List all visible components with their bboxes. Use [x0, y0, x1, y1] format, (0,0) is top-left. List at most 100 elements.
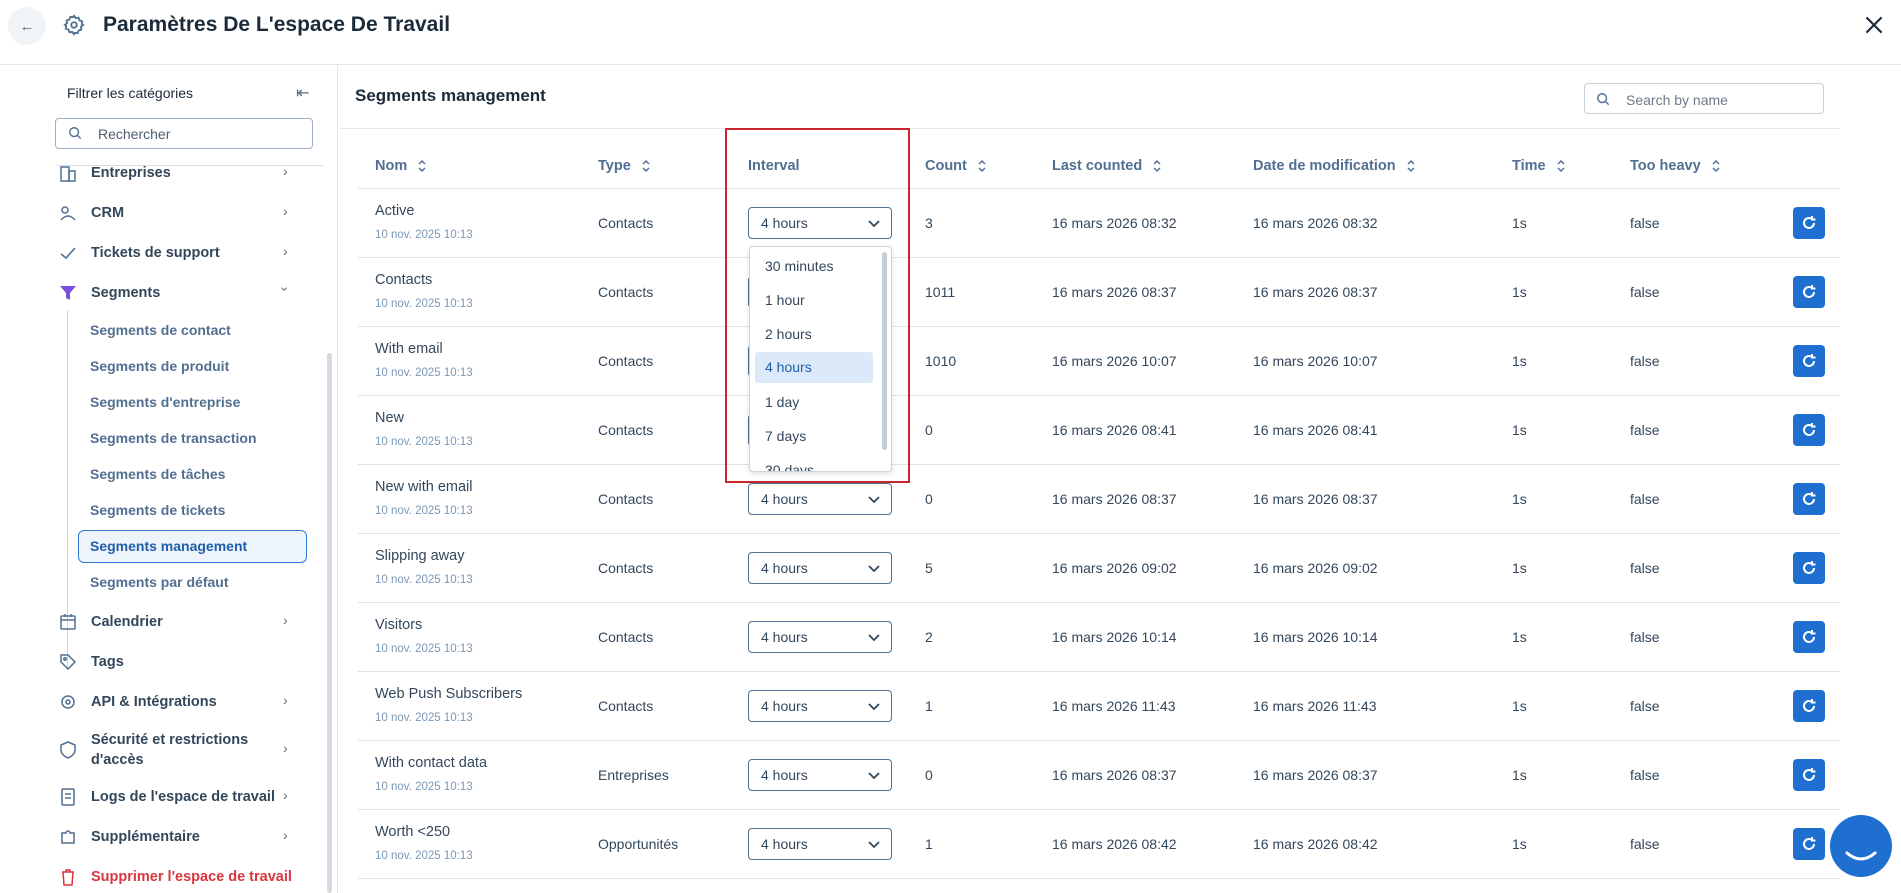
segment-count: 0 [925, 767, 933, 783]
chevron-right-icon: › [283, 163, 288, 179]
row-divider [358, 188, 1840, 189]
sidebar-item-label: Entreprises [91, 165, 171, 181]
sidebar-item-crm[interactable]: CRM [58, 203, 124, 223]
column-header-time[interactable]: Time [1512, 158, 1566, 174]
refresh-icon [1803, 630, 1816, 643]
refresh-button[interactable] [1793, 483, 1825, 515]
segment-time: 1s [1512, 767, 1527, 783]
segment-name[interactable]: Web Push Subscribers [375, 686, 522, 702]
interval-value: 4 hours [761, 629, 808, 645]
sidebar-sub-management[interactable]: Segments management [90, 538, 247, 554]
chevron-right-icon: › [283, 612, 288, 628]
sidebar-item-entreprises[interactable]: Entreprises [58, 163, 171, 183]
sidebar-item-securite[interactable]: Sécurité et restrictions d'accès [58, 730, 248, 770]
refresh-button[interactable] [1793, 207, 1825, 239]
sidebar-item-label: Tags [91, 654, 124, 670]
sidebar-item-segments[interactable]: Segments [58, 283, 160, 303]
segment-time: 1s [1512, 629, 1527, 645]
back-button[interactable]: ← [8, 7, 46, 45]
segment-count: 2 [925, 629, 933, 645]
segment-time: 1s [1512, 836, 1527, 852]
interval-highlight-box [725, 128, 910, 483]
ticket-icon [60, 247, 76, 260]
refresh-button[interactable] [1793, 759, 1825, 791]
refresh-button[interactable] [1793, 345, 1825, 377]
segment-name[interactable]: Visitors [375, 617, 422, 633]
segment-last-counted: 16 mars 2026 09:02 [1052, 560, 1177, 576]
segment-name[interactable]: New [375, 410, 404, 426]
gear-icon [63, 14, 85, 36]
refresh-button[interactable] [1793, 276, 1825, 308]
interval-select[interactable]: 4 hours [748, 690, 892, 722]
sidebar-item-delete-workspace[interactable]: Supprimer l'espace de travail [58, 867, 292, 887]
segment-created-date: 10 nov. 2025 10:13 [375, 367, 473, 379]
segment-created-date: 10 nov. 2025 10:13 [375, 436, 473, 448]
funnel-icon [60, 286, 76, 300]
refresh-button[interactable] [1793, 621, 1825, 653]
segment-count: 1011 [925, 284, 956, 300]
segment-created-date: 10 nov. 2025 10:13 [375, 850, 473, 862]
segment-name[interactable]: Slipping away [375, 548, 464, 564]
search-placeholder: Search by name [1626, 92, 1728, 108]
sidebar-item-tags[interactable]: Tags [58, 652, 124, 672]
segment-created-date: 10 nov. 2025 10:13 [375, 643, 473, 655]
row-divider [358, 671, 1840, 672]
sidebar-item-label: Tickets de support [91, 245, 220, 261]
refresh-button[interactable] [1793, 552, 1825, 584]
sidebar-scrollbar[interactable] [327, 353, 332, 893]
column-header-last-counted[interactable]: Last counted [1052, 158, 1162, 174]
sidebar-item-api[interactable]: API & Intégrations [58, 692, 217, 712]
segment-name[interactable]: With contact data [375, 755, 487, 771]
interval-select[interactable]: 4 hours [748, 828, 892, 860]
sidebar-sub-contact[interactable]: Segments de contact [90, 322, 231, 338]
refresh-icon [1803, 561, 1816, 574]
segment-type: Contacts [598, 353, 654, 369]
refresh-button[interactable] [1793, 690, 1825, 722]
interval-select[interactable]: 4 hours [748, 621, 892, 653]
sort-icon [642, 159, 650, 173]
refresh-button[interactable] [1793, 828, 1825, 860]
segment-name[interactable]: With email [375, 341, 443, 357]
segment-modified: 16 mars 2026 10:14 [1253, 629, 1378, 645]
sidebar-sub-transaction[interactable]: Segments de transaction [90, 430, 257, 446]
interval-select[interactable]: 4 hours [748, 552, 892, 584]
segment-created-date: 10 nov. 2025 10:13 [375, 505, 473, 517]
segment-too-heavy: false [1630, 353, 1660, 369]
column-header-type[interactable]: Type [598, 158, 651, 174]
segment-modified: 16 mars 2026 10:07 [1253, 353, 1378, 369]
segment-name[interactable]: New with email [375, 479, 473, 495]
segment-time: 1s [1512, 284, 1527, 300]
row-divider [358, 533, 1840, 534]
interval-select[interactable]: 4 hours [748, 759, 892, 791]
column-header-count[interactable]: Count [925, 158, 987, 174]
sort-icon [1557, 159, 1565, 173]
puzzle-icon [61, 830, 75, 844]
segment-type: Entreprises [598, 767, 669, 783]
refresh-icon [1803, 837, 1816, 850]
sidebar-sub-tickets[interactable]: Segments de tickets [90, 502, 225, 518]
refresh-icon [1803, 423, 1816, 436]
sidebar-search-input[interactable]: Rechercher [55, 118, 313, 149]
close-icon[interactable] [1861, 12, 1887, 38]
column-header-nom[interactable]: Nom [375, 158, 427, 174]
segment-count: 0 [925, 491, 933, 507]
segment-name[interactable]: Active [375, 203, 415, 219]
column-header-too-heavy[interactable]: Too heavy [1630, 158, 1721, 174]
collapse-sidebar-icon[interactable]: ⇤ [296, 83, 309, 103]
search-input[interactable]: Search by name [1584, 83, 1824, 114]
sidebar-sub-taches[interactable]: Segments de tâches [90, 466, 225, 482]
sidebar-sub-entreprise[interactable]: Segments d'entreprise [90, 394, 240, 410]
sidebar-item-supplementaire[interactable]: Supplémentaire [58, 827, 200, 847]
divider [340, 128, 1840, 129]
sidebar-item-tickets[interactable]: Tickets de support [58, 243, 220, 263]
interval-select[interactable]: 4 hours [748, 483, 892, 515]
segment-name[interactable]: Worth <250 [375, 824, 450, 840]
sidebar-sub-defaut[interactable]: Segments par défaut [90, 574, 228, 590]
column-header-date-modification[interactable]: Date de modification [1253, 158, 1416, 174]
segment-name[interactable]: Contacts [375, 272, 432, 288]
chat-widget-button[interactable] [1830, 815, 1892, 877]
sidebar-item-logs[interactable]: Logs de l'espace de travail [58, 787, 275, 807]
sidebar-sub-produit[interactable]: Segments de produit [90, 358, 229, 374]
refresh-button[interactable] [1793, 414, 1825, 446]
sidebar-item-calendrier[interactable]: Calendrier [58, 612, 163, 632]
